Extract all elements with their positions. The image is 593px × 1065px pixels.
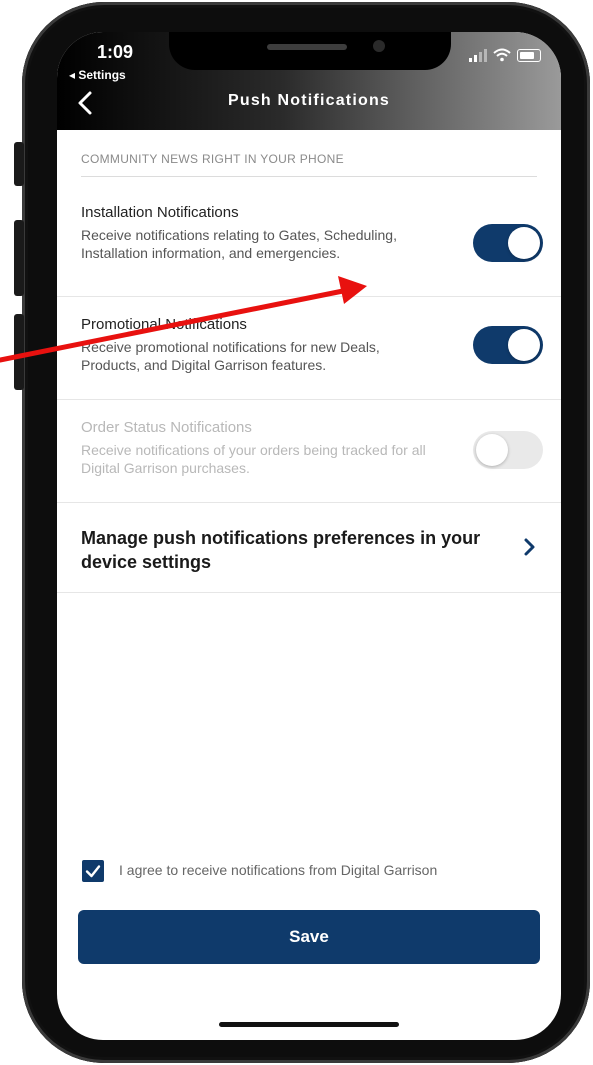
- nav-header: 1:09 ◂ Settings Push Notifications: [57, 32, 561, 130]
- notification-description: Receive notifications relating to Gates,…: [81, 227, 397, 261]
- toggle-knob: [508, 227, 540, 259]
- save-button[interactable]: Save: [78, 910, 540, 964]
- wifi-icon: [493, 48, 511, 62]
- installation-toggle[interactable]: [473, 224, 543, 262]
- manage-device-settings-link[interactable]: Manage push notifications preferences in…: [81, 526, 501, 574]
- camera-icon: [373, 40, 385, 52]
- home-indicator: [219, 1022, 399, 1027]
- notification-title: Promotional Notifications: [81, 316, 247, 333]
- agree-label: I agree to receive notifications from Di…: [119, 862, 438, 878]
- notification-row-order-status: Order Status Notifications Receive notif…: [57, 415, 561, 501]
- notification-row-promotional: Promotional Notifications Receive promot…: [57, 312, 561, 398]
- phone-side-button: [14, 142, 24, 186]
- toggle-knob: [476, 434, 508, 466]
- notification-title: Installation Notifications: [81, 204, 239, 221]
- status-time: 1:09: [97, 42, 134, 62]
- notification-title: Order Status Notifications: [81, 419, 252, 436]
- notification-description: Receive notifications of your orders bei…: [81, 442, 426, 476]
- section-divider: [81, 176, 537, 177]
- chevron-right-icon[interactable]: [519, 537, 539, 557]
- battery-icon: [517, 48, 541, 62]
- row-divider: [57, 399, 561, 400]
- signal-icon: [469, 48, 487, 62]
- row-divider: [57, 502, 561, 503]
- order-status-toggle[interactable]: [473, 431, 543, 469]
- speaker-grille: [267, 44, 347, 50]
- row-divider: [57, 592, 561, 593]
- toggle-knob: [508, 329, 540, 361]
- notification-description: Receive promotional notifications for ne…: [81, 339, 380, 373]
- promotional-toggle[interactable]: [473, 326, 543, 364]
- app-screen: 1:09 ◂ Settings Push Notifications COMMU…: [57, 32, 561, 1040]
- section-header: COMMUNITY NEWS RIGHT IN YOUR PHONE: [81, 152, 344, 166]
- page-title: Push Notifications: [227, 92, 391, 109]
- notification-row-installation: Installation Notifications Receive notif…: [57, 200, 561, 296]
- device-notch: [169, 32, 451, 70]
- status-icons: [469, 48, 541, 62]
- phone-volume-up-button: [14, 220, 24, 296]
- checkmark-icon: [85, 865, 101, 878]
- back-to-app-link[interactable]: ◂ Settings: [69, 68, 126, 82]
- row-divider: [57, 296, 561, 297]
- phone-volume-down-button: [14, 314, 24, 390]
- agree-checkbox[interactable]: [82, 860, 104, 882]
